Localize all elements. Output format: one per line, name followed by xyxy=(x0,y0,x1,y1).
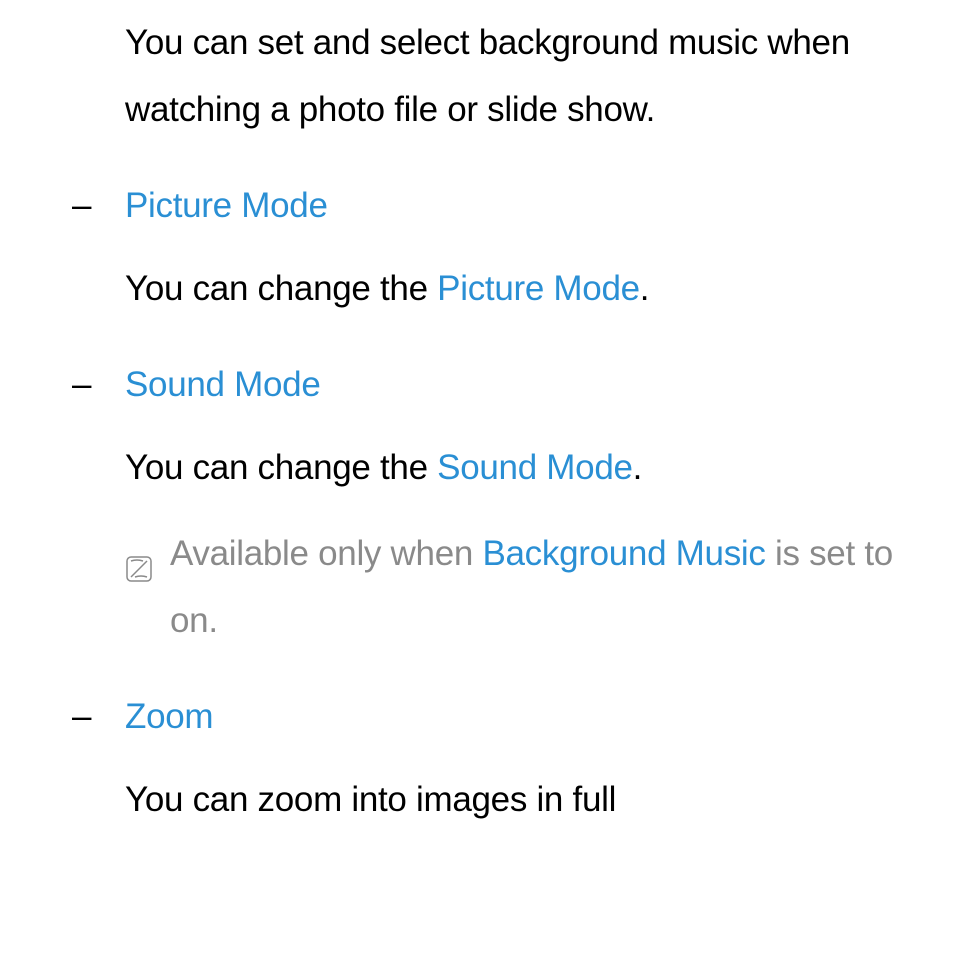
document-content: You can set and select background music … xyxy=(0,10,954,833)
description-text: You can change the xyxy=(125,269,437,308)
description-highlight: Sound Mode xyxy=(437,448,632,487)
description-text: You can change the xyxy=(125,448,437,487)
bullet-icon: – xyxy=(72,173,91,240)
item-description: You can change the Picture Mode. xyxy=(125,256,924,323)
item-description: You can change the Sound Mode. xyxy=(125,435,924,502)
intro-paragraph: You can set and select background music … xyxy=(125,10,924,143)
description-suffix: . xyxy=(633,448,642,487)
bullet-icon: – xyxy=(72,352,91,419)
description-suffix: . xyxy=(640,269,649,308)
item-description: You can zoom into images in full xyxy=(125,767,924,834)
note-icon xyxy=(125,539,153,567)
item-title: Sound Mode xyxy=(125,352,924,419)
bullet-icon: – xyxy=(72,684,91,751)
note-text-prefix: Available only when xyxy=(170,534,482,573)
item-title: Picture Mode xyxy=(125,173,924,240)
note-block: Available only when Background Music is … xyxy=(125,521,924,654)
list-item-zoom: – Zoom You can zoom into images in full xyxy=(125,684,924,833)
description-highlight: Picture Mode xyxy=(437,269,640,308)
description-text: You can zoom into images in full xyxy=(125,780,616,819)
note-highlight: Background Music xyxy=(482,534,765,573)
item-title: Zoom xyxy=(125,684,924,751)
list-item-sound-mode: – Sound Mode You can change the Sound Mo… xyxy=(125,352,924,654)
list-item-picture-mode: – Picture Mode You can change the Pictur… xyxy=(125,173,924,322)
